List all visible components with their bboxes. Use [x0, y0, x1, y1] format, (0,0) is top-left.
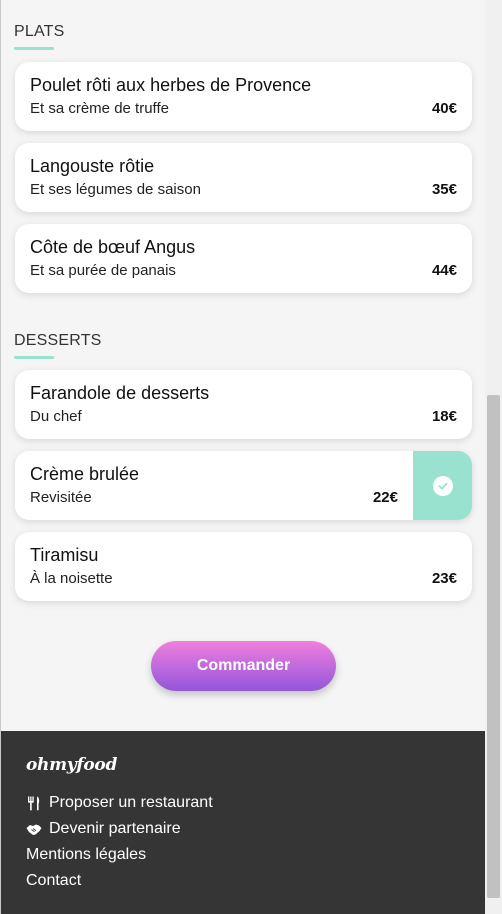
item-name: Crème brulée — [30, 464, 140, 484]
item-name: Tiramisu — [30, 545, 99, 565]
footer-link-label: Devenir partenaire — [49, 820, 181, 837]
section-underline — [14, 356, 54, 359]
item-name: Farandole de desserts — [30, 383, 210, 403]
section-title-plats: PLATS — [14, 23, 65, 40]
check-icon — [432, 475, 453, 496]
item-description: Du chef — [30, 408, 82, 425]
viewport: PLATS Poulet rôti aux herbes de Provence… — [0, 0, 502, 914]
item-description: Et sa purée de panais — [30, 262, 176, 279]
item-name: Langouste rôtie — [30, 156, 155, 176]
menu-item-card[interactable]: Côte de bœuf Angus Et sa purée de panais… — [15, 224, 472, 293]
utensils-icon — [26, 795, 42, 811]
menu-page: PLATS Poulet rôti aux herbes de Provence… — [1, 0, 485, 914]
footer: ohmyfood Proposer un restaurant Devenir … — [1, 731, 485, 914]
footer-link-contact[interactable]: Contact — [26, 872, 81, 890]
item-price: 40€ — [431, 100, 457, 117]
item-price: 23€ — [431, 570, 457, 587]
footer-link-legal[interactable]: Mentions légales — [26, 846, 146, 864]
section-title-desserts: DESSERTS — [14, 332, 102, 349]
footer-link-become-partner[interactable]: Devenir partenaire — [26, 820, 181, 838]
menu-item-card[interactable]: Langouste rôtie Et ses légumes de saison… — [15, 143, 472, 212]
footer-logo[interactable]: ohmyfood — [26, 755, 117, 775]
item-name: Poulet rôti aux herbes de Provence — [30, 75, 312, 95]
item-description: À la noisette — [30, 570, 113, 587]
selected-check-panel[interactable] — [413, 451, 472, 520]
footer-link-label: Mentions légales — [26, 846, 147, 863]
item-price: 22€ — [372, 489, 398, 506]
item-description: Et ses légumes de saison — [30, 181, 201, 198]
footer-link-label: Contact — [26, 872, 82, 889]
handshake-icon — [26, 821, 42, 837]
menu-item-card[interactable]: Farandole de desserts Du chef 18€ — [15, 370, 472, 439]
scrollbar-thumb[interactable] — [487, 395, 500, 898]
footer-link-label: Proposer un restaurant — [49, 794, 213, 811]
order-button[interactable]: Commander — [151, 641, 336, 691]
menu-item-card[interactable]: Poulet rôti aux herbes de Provence Et sa… — [15, 62, 472, 131]
menu-item-card[interactable]: Tiramisu À la noisette 23€ — [15, 532, 472, 601]
item-name: Côte de bœuf Angus — [30, 237, 196, 257]
section-underline — [14, 47, 54, 50]
footer-link-propose-restaurant[interactable]: Proposer un restaurant — [26, 794, 213, 812]
item-description: Revisitée — [30, 489, 92, 506]
item-price: 18€ — [431, 408, 457, 425]
item-price: 35€ — [431, 181, 457, 198]
item-description: Et sa crème de truffe — [30, 100, 169, 117]
item-price: 44€ — [431, 262, 457, 279]
menu-item-card-selected[interactable]: Crème brulée Revisitée 22€ — [15, 451, 472, 520]
